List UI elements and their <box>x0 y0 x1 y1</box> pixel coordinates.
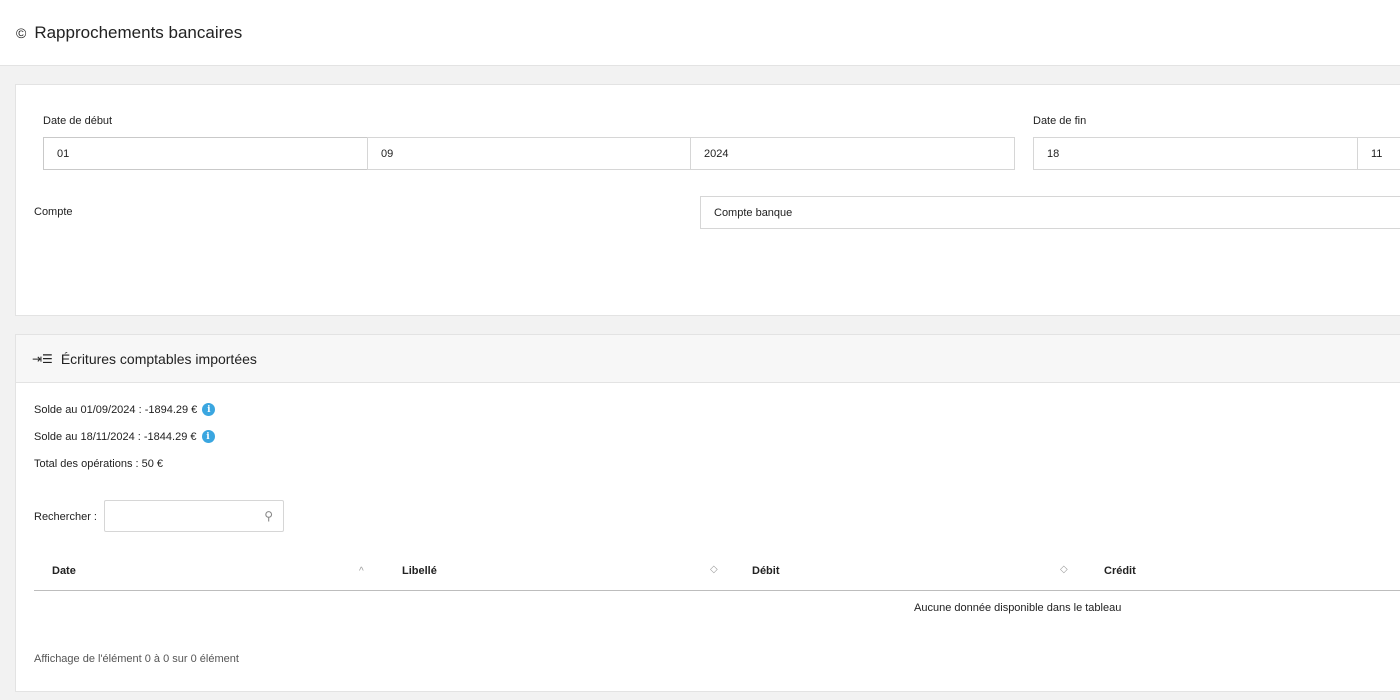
column-header-libelle[interactable]: Libellé <box>402 565 437 577</box>
page-title: Rapprochements bancaires <box>34 22 243 42</box>
column-header-date[interactable]: Date <box>52 565 76 577</box>
entries-card-header: ⇥☰ Écritures comptables importées <box>16 335 1400 383</box>
end-date-label: Date de fin <box>1033 115 1087 127</box>
page-header: © Rapprochements bancaires <box>0 0 1400 66</box>
empty-table-message: Aucune donnée disponible dans le tableau <box>914 602 1122 614</box>
balance-end-text: Solde au 18/11/2024 : -1844.29 € <box>34 430 197 443</box>
sort-both-icon[interactable]: ◇ <box>1060 564 1068 575</box>
info-icon[interactable]: i <box>201 430 215 443</box>
balance-start-text: Solde au 01/09/2024 : -1894.29 € <box>34 403 198 416</box>
total-line: Total des opérations : 50 € <box>34 458 163 470</box>
start-year-field[interactable]: 2024 <box>690 137 1015 170</box>
search-input[interactable] <box>105 501 255 531</box>
search-icon[interactable]: ⚲ <box>264 509 273 523</box>
entries-title: Écritures comptables importées <box>60 350 257 367</box>
import-list-icon: ⇥☰ <box>32 351 53 366</box>
search-box: ⚲ <box>104 500 284 532</box>
start-day-field[interactable]: 01 <box>43 137 368 170</box>
end-month-field[interactable]: 11 <box>1357 137 1400 170</box>
account-select[interactable]: Compte banque <box>700 196 1400 229</box>
search-label: Rechercher : <box>34 511 97 523</box>
start-date-label: Date de début <box>43 115 113 127</box>
total-text: Total des opérations : 50 € <box>34 458 164 470</box>
end-day-field[interactable]: 18 <box>1033 137 1358 170</box>
table-info: Affichage de l'élément 0 à 0 sur 0 éléme… <box>34 653 239 665</box>
entries-card: ⇥☰ Écritures comptables importées Solde … <box>15 334 1400 692</box>
table-header-divider <box>34 590 1400 591</box>
column-header-credit[interactable]: Crédit <box>1104 565 1136 577</box>
column-header-debit[interactable]: Débit <box>752 565 780 577</box>
sort-asc-icon[interactable]: ^ <box>359 566 364 577</box>
balance-start-line: Solde au 01/09/2024 : -1894.29 € i <box>34 403 216 416</box>
start-month-field[interactable]: 09 <box>367 137 691 170</box>
sort-both-icon[interactable]: ◇ <box>710 564 718 575</box>
info-icon[interactable]: i <box>202 403 216 416</box>
balance-end-line: Solde au 18/11/2024 : -1844.29 € i <box>34 430 215 443</box>
copyright-icon: © <box>16 24 27 41</box>
account-label: Compte <box>34 206 73 218</box>
filters-card: Date de début 01 09 2024 Date de fin 18 … <box>15 84 1400 316</box>
